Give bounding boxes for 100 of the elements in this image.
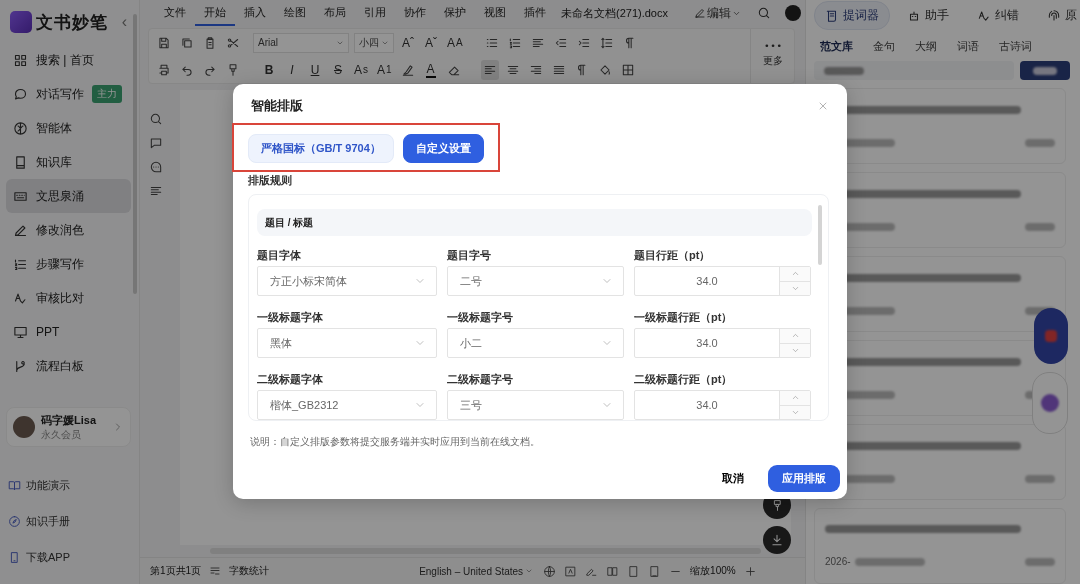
field-label: 题目字号	[447, 247, 492, 263]
menu-tab[interactable]: 开始	[195, 0, 235, 26]
panel-tab[interactable]: 提词器	[814, 1, 890, 31]
menu-tab[interactable]: 布局	[315, 0, 355, 26]
sidebar-item[interactable]: 修改润色	[6, 213, 131, 247]
footer-link[interactable]: 下载APP	[6, 539, 131, 575]
format-button[interactable]: B	[260, 59, 278, 80]
dropdown-field[interactable]: 楷体_GB2312	[257, 390, 437, 420]
download-button[interactable]	[763, 526, 791, 554]
scroll-icon	[825, 8, 839, 23]
menu-tab[interactable]: 协作	[395, 0, 435, 26]
field-label: 题目行距（pt）	[634, 247, 712, 263]
sidebar-item[interactable]: 智能体	[6, 111, 131, 145]
preset-button[interactable]: 严格国标（GB/T 9704）	[248, 134, 394, 163]
dropdown-field[interactable]: 二号	[447, 266, 624, 296]
footer-link[interactable]: 功能演示	[6, 467, 131, 503]
print-icon	[157, 62, 171, 77]
text-box-icon[interactable]	[564, 564, 578, 578]
scrollbar[interactable]	[818, 205, 822, 265]
search-button[interactable]	[1020, 61, 1070, 80]
footer-link[interactable]: 知识手册	[6, 503, 131, 539]
field-label: 一级标题字号	[447, 309, 514, 325]
copy-icon	[180, 35, 194, 50]
sidebar-item[interactable]: PPT	[6, 315, 131, 349]
mode-dropdown[interactable]: 编辑	[692, 3, 743, 23]
panel-tab[interactable]: 助手	[896, 1, 960, 31]
menu-tab[interactable]: 保护	[435, 0, 475, 26]
sub-tab[interactable]: 金句	[873, 38, 895, 54]
font-dropdown[interactable]: Arial	[253, 32, 349, 53]
avatar[interactable]	[785, 5, 801, 21]
more-icon	[764, 44, 781, 48]
cancel-button[interactable]: 取消	[712, 465, 754, 492]
section-header: 题目 / 标题	[257, 209, 812, 236]
border-icon	[620, 62, 635, 77]
menu-tab[interactable]: 绘图	[275, 0, 315, 26]
font-size-dropdown[interactable]: 小四	[354, 32, 394, 53]
format-button[interactable]: U	[306, 59, 324, 80]
format-button[interactable]: I	[283, 59, 301, 80]
dropdown-field[interactable]: 三号	[447, 390, 624, 420]
phone-icon	[8, 550, 21, 564]
sidebar-item[interactable]: 知识库	[6, 145, 131, 179]
format-painter-icon	[226, 62, 240, 77]
search-field[interactable]	[814, 61, 1014, 80]
menu-tab[interactable]: 插入	[235, 0, 275, 26]
comment-icon[interactable]	[149, 136, 163, 150]
dropdown-field[interactable]: 黑体	[257, 328, 437, 358]
menu-tab[interactable]: 文件	[155, 0, 195, 26]
menu-tab[interactable]: 引用	[355, 0, 395, 26]
zoom-in-icon[interactable]	[743, 564, 757, 578]
robot-icon	[907, 8, 921, 23]
format-button[interactable]: S	[329, 59, 347, 80]
sidebar-item[interactable]: 对话写作 主力	[6, 77, 131, 111]
menu-tab[interactable]: 视图	[475, 0, 515, 26]
search-icon[interactable]	[757, 6, 771, 20]
page-count: 第1页共1页	[150, 564, 202, 578]
sidebar-item[interactable]: 流程白板	[6, 349, 131, 383]
panel-tab[interactable]: 原	[1036, 1, 1080, 31]
user-card[interactable]: 码字媛Lisa 永久会员	[6, 407, 131, 447]
dialog-title: 智能排版	[250, 97, 303, 115]
more-button[interactable]: 更多	[750, 29, 794, 83]
word-count-link[interactable]: 字数统计	[229, 564, 270, 578]
save-icon	[157, 35, 171, 50]
menu-tab[interactable]: 插件	[515, 0, 555, 26]
field-label: 二级标题行距（pt）	[634, 371, 734, 387]
line-spacing-icon	[599, 35, 614, 50]
sidebar-item[interactable]: 审核比对	[6, 281, 131, 315]
compass-icon	[8, 514, 21, 528]
panel-tab[interactable]: 纠错	[966, 1, 1030, 31]
font-color-button[interactable]: A	[421, 59, 440, 80]
zoom-level: 缩放100%	[690, 564, 736, 578]
preset-button[interactable]: 自定义设置	[402, 134, 484, 163]
dropdown-field[interactable]: 方正小标宋简体	[257, 266, 437, 296]
article-card[interactable]: 2026-	[814, 508, 1066, 584]
dropdown-field[interactable]: 小二	[447, 328, 624, 358]
field-label: 一级标题字体	[257, 309, 324, 325]
chevron-down-icon	[525, 567, 534, 575]
membership-label: 永久会员	[41, 427, 82, 442]
sidebar-item[interactable]: 文思泉涌	[6, 179, 131, 213]
font-size-button[interactable]: Aˇ	[422, 32, 440, 53]
sub-tab[interactable]: 大纲	[915, 38, 937, 54]
language-dropdown[interactable]: English – United States	[417, 561, 536, 581]
app-logo: 文书妙笔	[36, 11, 109, 34]
scissors-icon	[226, 35, 240, 50]
search-icon[interactable]	[149, 112, 163, 126]
numbered-list-icon	[13, 256, 28, 272]
font-size-button[interactable]: Aˆ	[399, 32, 417, 53]
sub-tab[interactable]: 范文库	[820, 38, 853, 54]
outline-icon[interactable]	[149, 184, 163, 198]
chat-bubble-icon[interactable]	[149, 160, 163, 174]
globe-icon[interactable]	[543, 564, 557, 578]
collapse-button[interactable]: ‹	[117, 13, 131, 31]
sub-tab[interactable]: 古诗词	[999, 38, 1032, 54]
apply-button[interactable]: 应用排版	[768, 465, 840, 492]
grid-icon	[13, 52, 28, 68]
sub-tab[interactable]: 词语	[957, 38, 979, 54]
align-button[interactable]	[480, 59, 499, 80]
numbered-list-icon	[507, 35, 522, 50]
sidebar-item[interactable]: 搜索 | 首页	[6, 43, 131, 77]
sidebar-item[interactable]: 步骤写作	[6, 247, 131, 281]
columns-icon[interactable]	[606, 564, 620, 578]
